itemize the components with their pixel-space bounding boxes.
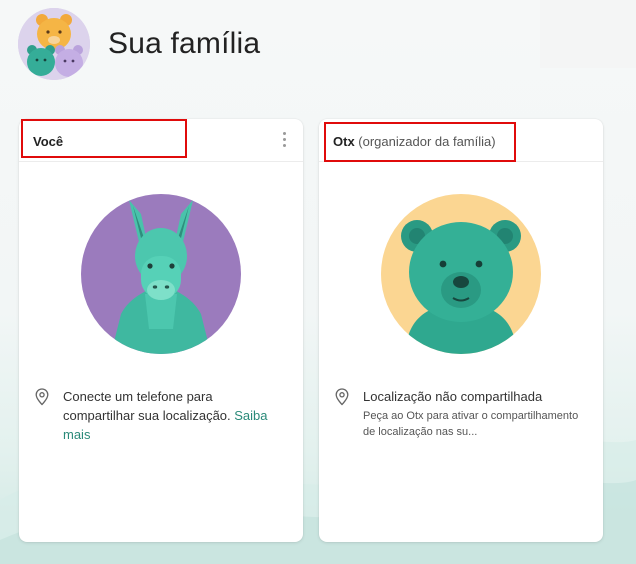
location-status: Localização não compartilhada Peça ao Ot… <box>363 387 587 440</box>
page-title: Sua família <box>108 27 261 60</box>
member-role: (organizador da família) <box>358 134 496 149</box>
bear-avatar-icon <box>381 194 541 354</box>
location-status-detail: Peça ao Otx para ativar o compartilhamen… <box>363 410 579 438</box>
member-card-voce[interactable]: Você Conecte um telefone para compartilh… <box>19 119 303 542</box>
location-message-text: Conecte um telefone para compartilhar su… <box>63 389 231 423</box>
page-header: Sua família <box>18 7 260 81</box>
top-right-panel <box>540 0 636 68</box>
location-status-title: Localização não compartilhada <box>363 389 543 404</box>
member-name-text: Você <box>33 134 64 149</box>
llama-avatar-icon <box>81 194 241 354</box>
member-name-text: Otx <box>333 134 355 149</box>
member-card-otx[interactable]: Otx (organizador da família) Localização… <box>319 119 603 542</box>
location-pin-icon <box>335 388 349 406</box>
member-card-header: Você <box>19 119 303 162</box>
location-info: Localização não compartilhada Peça ao Ot… <box>335 387 587 440</box>
member-name: Otx (organizador da família) <box>333 134 496 149</box>
member-card-header: Otx (organizador da família) <box>319 119 603 162</box>
location-pin-icon <box>35 388 49 406</box>
more-options-button[interactable] <box>279 130 289 150</box>
member-name: Você <box>33 134 63 149</box>
location-info: Conecte um telefone para compartilhar su… <box>35 387 287 444</box>
family-avatar-icon <box>18 8 90 80</box>
location-message: Conecte um telefone para compartilhar su… <box>63 387 287 444</box>
